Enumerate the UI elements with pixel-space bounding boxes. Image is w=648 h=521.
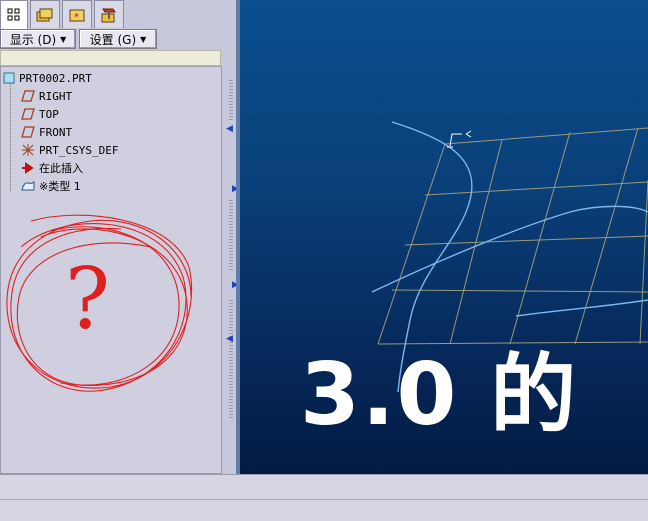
tree-item-label: 在此插入	[39, 162, 83, 175]
navigator-panel: * 显示 (D) ▼ 设置 (G) ▼ PRT0002.PRT RIGHT TO…	[0, 0, 224, 474]
tree-item-insert-here[interactable]: 在此插入	[21, 160, 83, 176]
model-tree-icon	[7, 8, 20, 21]
datum-grid	[377, 127, 648, 345]
tree-item-top[interactable]: TOP	[21, 106, 59, 122]
svg-text:*: *	[74, 12, 79, 23]
tree-item-feature[interactable]: ※类型 1	[21, 178, 81, 194]
part-icon	[3, 72, 15, 84]
tree-item-front[interactable]: FRONT	[21, 124, 72, 140]
datum-plane-icon	[21, 90, 35, 102]
tree-item-label: ※类型 1	[39, 180, 81, 193]
tree-connector	[10, 79, 11, 191]
datum-plane-icon	[21, 108, 35, 120]
status-divider	[0, 499, 648, 500]
tree-root-label: PRT0002.PRT	[19, 71, 92, 85]
navigator-toolbar: 显示 (D) ▼ 设置 (G) ▼	[0, 29, 224, 49]
chevron-down-icon: ▼	[140, 34, 147, 44]
tab-model-tree[interactable]	[0, 0, 28, 29]
splitter-grip	[229, 300, 233, 420]
splitter-grip	[229, 80, 233, 120]
tree-filter-bar	[0, 50, 221, 66]
handwritten-annotation: 3.0 的	[300, 345, 579, 445]
graphics-viewport[interactable]: 3.0 的	[240, 0, 648, 474]
collapse-left-icon[interactable]: ◀	[226, 334, 233, 344]
settings-dropdown[interactable]: 设置 (G) ▼	[79, 29, 157, 49]
show-dropdown[interactable]: 显示 (D) ▼	[0, 29, 76, 49]
tree-item-label: RIGHT	[39, 89, 73, 103]
csys-marker	[447, 130, 472, 148]
settings-dropdown-label: 设置 (G)	[89, 32, 137, 47]
tools-icon	[101, 8, 116, 22]
folder-browser-icon	[36, 8, 53, 21]
tree-item-label: TOP	[39, 107, 59, 121]
show-dropdown-label: 显示 (D)	[9, 32, 57, 47]
tree-root[interactable]: PRT0002.PRT	[3, 70, 92, 86]
csys-icon	[22, 144, 34, 156]
tab-folder-browser[interactable]	[30, 0, 60, 28]
status-bar	[0, 474, 648, 521]
insert-here-arrow-icon	[22, 162, 34, 174]
feature-icon	[21, 180, 35, 191]
model-tree: PRT0002.PRT RIGHT TOP FRONT PRT_CSYS_DEF	[0, 66, 222, 474]
tree-item-label: PRT_CSYS_DEF	[39, 143, 119, 157]
tab-favorites[interactable]: *	[62, 0, 92, 28]
splitter-grip	[229, 200, 233, 270]
tree-item-label: FRONT	[39, 125, 73, 139]
favorites-icon: *	[69, 9, 85, 23]
chevron-down-icon: ▼	[60, 34, 67, 44]
datum-plane-icon	[21, 126, 35, 138]
tab-tools[interactable]	[94, 0, 124, 28]
question-mark-annotation: ?	[65, 250, 111, 348]
collapse-left-icon[interactable]: ◀	[226, 124, 233, 134]
navigator-tabs: *	[0, 0, 224, 29]
tree-item-right[interactable]: RIGHT	[21, 88, 72, 104]
tree-item-csys[interactable]: PRT_CSYS_DEF	[21, 142, 118, 158]
